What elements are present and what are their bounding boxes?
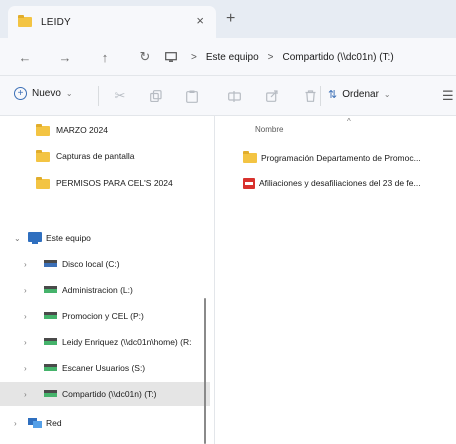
computer-icon	[28, 232, 42, 244]
nav-item-drive-p[interactable]: › Promocion y CEL (P:)	[0, 304, 214, 328]
chevron-up-icon: ^	[347, 117, 351, 126]
nav-item-drive-s[interactable]: › Escaner Usuarios (S:)	[0, 356, 214, 380]
close-icon[interactable]: ×	[196, 13, 204, 28]
nav-item-este-equipo[interactable]: ⌄ Este equipo	[0, 226, 214, 250]
chevron-right-icon[interactable]: ›	[24, 390, 27, 399]
nav-item-label: Leidy Enriquez (\\dc01n\home) (R:	[62, 337, 192, 347]
plus-icon: +	[14, 87, 27, 100]
breadcrumb-compartido[interactable]: Compartido (\\dc01n) (T:)	[283, 52, 394, 63]
chevron-down-icon: ⌄	[383, 90, 391, 99]
breadcrumb-separator: >	[191, 51, 197, 63]
nav-item-label: Red	[46, 418, 62, 428]
nav-item-marzo-2024[interactable]: MARZO 2024	[0, 118, 214, 142]
paste-icon[interactable]	[184, 88, 200, 104]
up-button[interactable]: ↑	[94, 46, 116, 68]
network-icon	[28, 418, 42, 428]
file-list[interactable]: ^ Nombre Programación Departamento de Pr…	[215, 116, 456, 444]
command-bar: + Nuevo ⌄ ✂ ⇅ Ordenar ⌄ ☰	[0, 76, 456, 116]
cut-icon[interactable]: ✂	[112, 88, 128, 104]
address-bar[interactable]: > Este equipo > Compartido (\\dc01n) (T:…	[182, 44, 456, 70]
nav-item-label: Capturas de pantalla	[56, 151, 135, 161]
nav-item-label: Escaner Usuarios (S:)	[62, 363, 146, 373]
chevron-right-icon[interactable]: ›	[24, 260, 27, 269]
address-row: ← → ↑ ↻ > Este equipo > Compartido (\\dc…	[0, 38, 456, 76]
chevron-right-icon[interactable]: ›	[14, 419, 17, 428]
network-drive-icon	[44, 312, 57, 320]
pdf-icon	[243, 177, 255, 189]
file-row[interactable]: Programación Departamento de Promoc...	[243, 149, 421, 167]
nav-item-drive-r[interactable]: › Leidy Enriquez (\\dc01n\home) (R:	[0, 330, 214, 354]
folder-icon	[36, 124, 50, 136]
navigation-pane[interactable]: MARZO 2024 Capturas de pantalla PERMISOS…	[0, 116, 214, 444]
file-name: Programación Departamento de Promoc...	[261, 153, 421, 163]
nav-item-drive-t[interactable]: › Compartido (\\dc01n) (T:)	[0, 382, 210, 406]
folder-icon	[36, 150, 50, 162]
new-button-label: Nuevo	[32, 88, 61, 99]
share-icon[interactable]	[264, 88, 280, 104]
rename-icon[interactable]	[226, 88, 242, 104]
network-drive-icon	[44, 390, 57, 398]
nav-item-permisos[interactable]: PERMISOS PARA CEL'S 2024	[0, 171, 214, 195]
sort-button-label: Ordenar	[342, 89, 379, 100]
monitor-icon[interactable]	[160, 46, 182, 68]
sort-icon: ⇅	[328, 89, 338, 101]
nav-item-label: Promocion y CEL (P:)	[62, 311, 144, 321]
column-header-name[interactable]: Nombre	[255, 125, 283, 134]
forward-button[interactable]: →	[54, 46, 76, 68]
file-row[interactable]: Afiliaciones y desafiliaciones del 23 de…	[243, 174, 421, 192]
back-button[interactable]: ←	[14, 46, 36, 68]
tab-title: LEIDY	[41, 16, 71, 28]
copy-icon[interactable]	[148, 88, 164, 104]
sort-button[interactable]: ⇅ Ordenar ⌄	[328, 88, 391, 101]
network-drive-icon	[44, 338, 57, 346]
delete-icon[interactable]	[302, 88, 318, 104]
divider	[320, 86, 321, 106]
folder-icon	[18, 15, 32, 27]
chevron-right-icon[interactable]: ›	[24, 338, 27, 347]
breadcrumb-separator: >	[267, 51, 274, 63]
nav-item-capturas[interactable]: Capturas de pantalla	[0, 144, 214, 168]
breadcrumb-este-equipo[interactable]: Este equipo	[206, 52, 259, 63]
nav-item-drive-l[interactable]: › Administracion (L:)	[0, 278, 214, 302]
tab-strip: LEIDY × +	[0, 0, 456, 38]
divider	[98, 86, 99, 106]
folder-icon	[243, 151, 257, 163]
new-tab-button[interactable]: +	[226, 10, 235, 28]
nav-item-label: Administracion (L:)	[62, 285, 133, 295]
folder-icon	[36, 177, 50, 189]
network-drive-icon	[44, 364, 57, 372]
view-options-icon[interactable]: ☰	[442, 88, 454, 104]
refresh-button[interactable]: ↻	[134, 46, 156, 68]
chevron-right-icon[interactable]: ›	[24, 364, 27, 373]
chevron-down-icon: ⌄	[65, 89, 73, 98]
nav-item-drive-c[interactable]: › Disco local (C:)	[0, 252, 214, 276]
nav-item-label: Disco local (C:)	[62, 259, 120, 269]
file-name: Afiliaciones y desafiliaciones del 23 de…	[259, 178, 421, 188]
chevron-right-icon[interactable]: ›	[24, 286, 27, 295]
drive-icon	[44, 260, 57, 268]
new-button[interactable]: + Nuevo ⌄	[14, 87, 73, 100]
chevron-right-icon[interactable]: ›	[24, 312, 27, 321]
nav-item-label: Compartido (\\dc01n) (T:)	[62, 389, 157, 399]
nav-item-red[interactable]: › Red	[0, 411, 214, 435]
nav-pane-scrollbar[interactable]	[204, 298, 206, 444]
network-drive-icon	[44, 286, 57, 294]
chevron-down-icon[interactable]: ⌄	[14, 234, 21, 243]
tab-leidy[interactable]: LEIDY ×	[8, 6, 216, 38]
nav-item-label: PERMISOS PARA CEL'S 2024	[56, 178, 173, 188]
nav-item-label: MARZO 2024	[56, 125, 108, 135]
nav-item-label: Este equipo	[46, 233, 91, 243]
